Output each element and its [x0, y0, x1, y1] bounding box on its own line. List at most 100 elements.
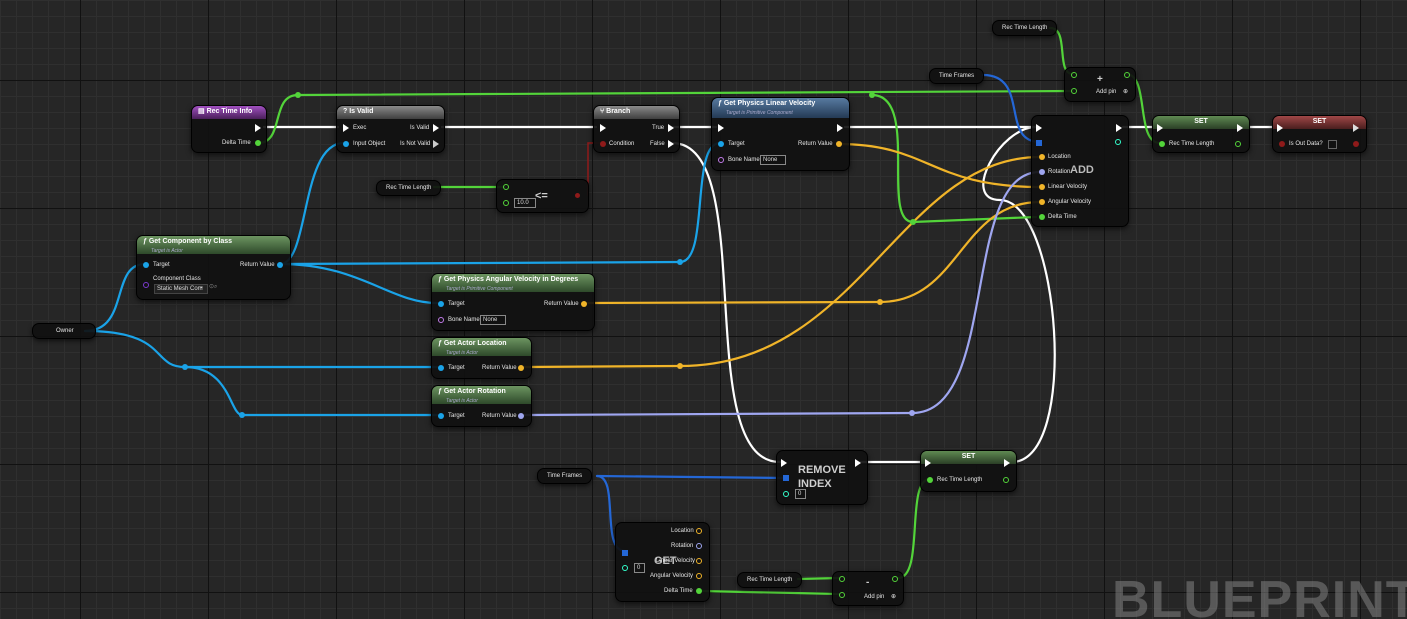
- target-pin[interactable]: [438, 365, 444, 371]
- target-array-pin[interactable]: [622, 550, 628, 556]
- a-pin[interactable]: [503, 184, 509, 190]
- get-component-by-class-node[interactable]: ƒ Get Component by Class Target is Actor …: [136, 235, 291, 300]
- linear-velocity-pin[interactable]: [696, 558, 702, 564]
- location-pin[interactable]: [1039, 154, 1045, 160]
- a-pin[interactable]: [839, 576, 845, 582]
- exec-out-pin[interactable]: [1116, 124, 1122, 132]
- exec-in-pin[interactable]: [1277, 124, 1283, 132]
- rec-time-length-pin[interactable]: [1159, 141, 1165, 147]
- delta-time-pin[interactable]: [1039, 214, 1045, 220]
- exec-in-pin[interactable]: [781, 459, 787, 467]
- condition-pin[interactable]: [600, 141, 606, 147]
- remove-index-node[interactable]: REMOVE INDEX 0: [776, 450, 868, 505]
- linear-velocity-pin[interactable]: [1039, 184, 1045, 190]
- exec-in-pin[interactable]: [1036, 124, 1042, 132]
- target-pin[interactable]: [438, 413, 444, 419]
- bone-name-field[interactable]: None: [480, 315, 506, 325]
- delta-time-pin[interactable]: [696, 588, 702, 594]
- rotation-pin[interactable]: [1039, 169, 1045, 175]
- angular-velocity-pin[interactable]: [1039, 199, 1045, 205]
- array-get-node[interactable]: GET 0 Location Rotation Linear Velocity …: [615, 522, 710, 602]
- result-pin[interactable]: [575, 193, 580, 198]
- get-actor-location-node[interactable]: ƒ Get Actor Location Target is Actor Targ…: [431, 337, 532, 379]
- target-pin[interactable]: [718, 141, 724, 147]
- return-value-pin[interactable]: [836, 141, 842, 147]
- target-pin[interactable]: [143, 262, 149, 268]
- exec-out-pin[interactable]: [1004, 459, 1010, 467]
- add-pin-button[interactable]: Add pin: [1096, 89, 1116, 96]
- is-valid-node[interactable]: ? Is Valid Exec Is Valid Input Object Is…: [336, 105, 445, 153]
- return-value-pin[interactable]: [518, 413, 524, 419]
- output-pin[interactable]: [1353, 141, 1359, 147]
- target-pin[interactable]: [438, 301, 444, 307]
- rec-time-length-pin[interactable]: [927, 477, 933, 483]
- index-out-pin[interactable]: [1115, 139, 1121, 145]
- exec-in-pin[interactable]: [925, 459, 931, 467]
- return-value-pin[interactable]: [581, 301, 587, 307]
- target-array-pin[interactable]: [783, 475, 789, 481]
- add-pin-button[interactable]: Add pin: [864, 594, 884, 601]
- is-valid-exec-pin[interactable]: [433, 124, 439, 132]
- get-physics-angular-velocity-node[interactable]: ƒ Get Physics Angular Velocity in Degree…: [431, 273, 595, 331]
- chevron-down-icon[interactable]: ⌄: [199, 284, 204, 291]
- get-actor-rotation-node[interactable]: ƒ Get Actor Rotation Target is Actor Targ…: [431, 385, 532, 427]
- time-frames-getter-top[interactable]: Time Frames: [929, 68, 985, 84]
- add-float-node[interactable]: + Add pin ⊕: [1064, 67, 1136, 102]
- result-pin[interactable]: [1124, 72, 1130, 78]
- exec-in-pin[interactable]: [718, 124, 724, 132]
- add-pin-icon[interactable]: ⊕: [891, 594, 896, 601]
- set-is-out-data-node[interactable]: SET Is Out Data?: [1272, 115, 1367, 153]
- bone-name-field[interactable]: None: [760, 155, 786, 165]
- branch-node[interactable]: ⑂ Branch True Condition False: [593, 105, 680, 153]
- bone-name-pin[interactable]: [718, 157, 724, 163]
- checkbox[interactable]: [1328, 140, 1337, 149]
- rotation-pin[interactable]: [696, 543, 702, 549]
- index-pin[interactable]: [783, 491, 789, 497]
- is-not-valid-exec-pin[interactable]: [433, 140, 439, 148]
- delta-time-pin[interactable]: [255, 140, 261, 146]
- exec-in-pin[interactable]: [343, 124, 349, 132]
- rec-time-length-getter-top[interactable]: Rec Time Length: [992, 20, 1058, 36]
- browse-icon[interactable]: ⊙⌕: [209, 284, 217, 291]
- rec-time-info-node[interactable]: ▤ Rec Time Info Delta Time: [191, 105, 267, 153]
- set-rec-time-length-node[interactable]: SET Rec Time Length: [1152, 115, 1250, 153]
- output-pin[interactable]: [1003, 477, 1009, 483]
- time-frames-getter-bottom[interactable]: Time Frames: [537, 468, 593, 484]
- angular-velocity-pin[interactable]: [696, 573, 702, 579]
- blueprint-graph-canvas[interactable]: ▤ Rec Time Info Delta Time ? Is Valid Ex…: [0, 0, 1407, 619]
- result-pin[interactable]: [892, 576, 898, 582]
- rec-time-length-getter-bottom[interactable]: Rec Time Length: [737, 572, 803, 588]
- return-value-pin[interactable]: [518, 365, 524, 371]
- bone-name-pin[interactable]: [438, 317, 444, 323]
- exec-in-pin[interactable]: [1157, 124, 1163, 132]
- output-pin[interactable]: [1235, 141, 1241, 147]
- b-pin[interactable]: [503, 200, 509, 206]
- b-pin[interactable]: [1071, 88, 1077, 94]
- less-equal-node[interactable]: 10.0 <=: [496, 179, 589, 213]
- is-out-data-pin[interactable]: [1279, 141, 1285, 147]
- index-field[interactable]: 0: [634, 563, 645, 573]
- target-array-pin[interactable]: [1036, 140, 1042, 146]
- input-object-pin[interactable]: [343, 141, 349, 147]
- exec-out-pin[interactable]: [1353, 124, 1359, 132]
- exec-out-pin[interactable]: [255, 124, 261, 132]
- exec-in-pin[interactable]: [600, 124, 606, 132]
- true-exec-pin[interactable]: [668, 124, 674, 132]
- b-pin[interactable]: [839, 592, 845, 598]
- array-add-node[interactable]: ADD Location Rotation Linear Velocity An…: [1031, 115, 1129, 227]
- index-pin[interactable]: [622, 565, 628, 571]
- location-pin[interactable]: [696, 528, 702, 534]
- false-exec-pin[interactable]: [668, 140, 674, 148]
- add-pin-icon[interactable]: ⊕: [1123, 89, 1128, 96]
- owner-getter[interactable]: Owner: [32, 323, 96, 339]
- compare-value-field[interactable]: 10.0: [514, 198, 536, 208]
- return-value-pin[interactable]: [277, 262, 283, 268]
- component-class-pin[interactable]: [143, 282, 149, 288]
- a-pin[interactable]: [1071, 72, 1077, 78]
- index-field[interactable]: 0: [795, 489, 806, 499]
- exec-out-pin[interactable]: [837, 124, 843, 132]
- rec-time-length-getter[interactable]: Rec Time Length: [376, 180, 442, 196]
- exec-out-pin[interactable]: [1237, 124, 1243, 132]
- get-physics-linear-velocity-node[interactable]: ƒ Get Physics Linear Velocity Target is P…: [711, 97, 850, 171]
- subtract-float-node[interactable]: - Add pin ⊕: [832, 571, 904, 606]
